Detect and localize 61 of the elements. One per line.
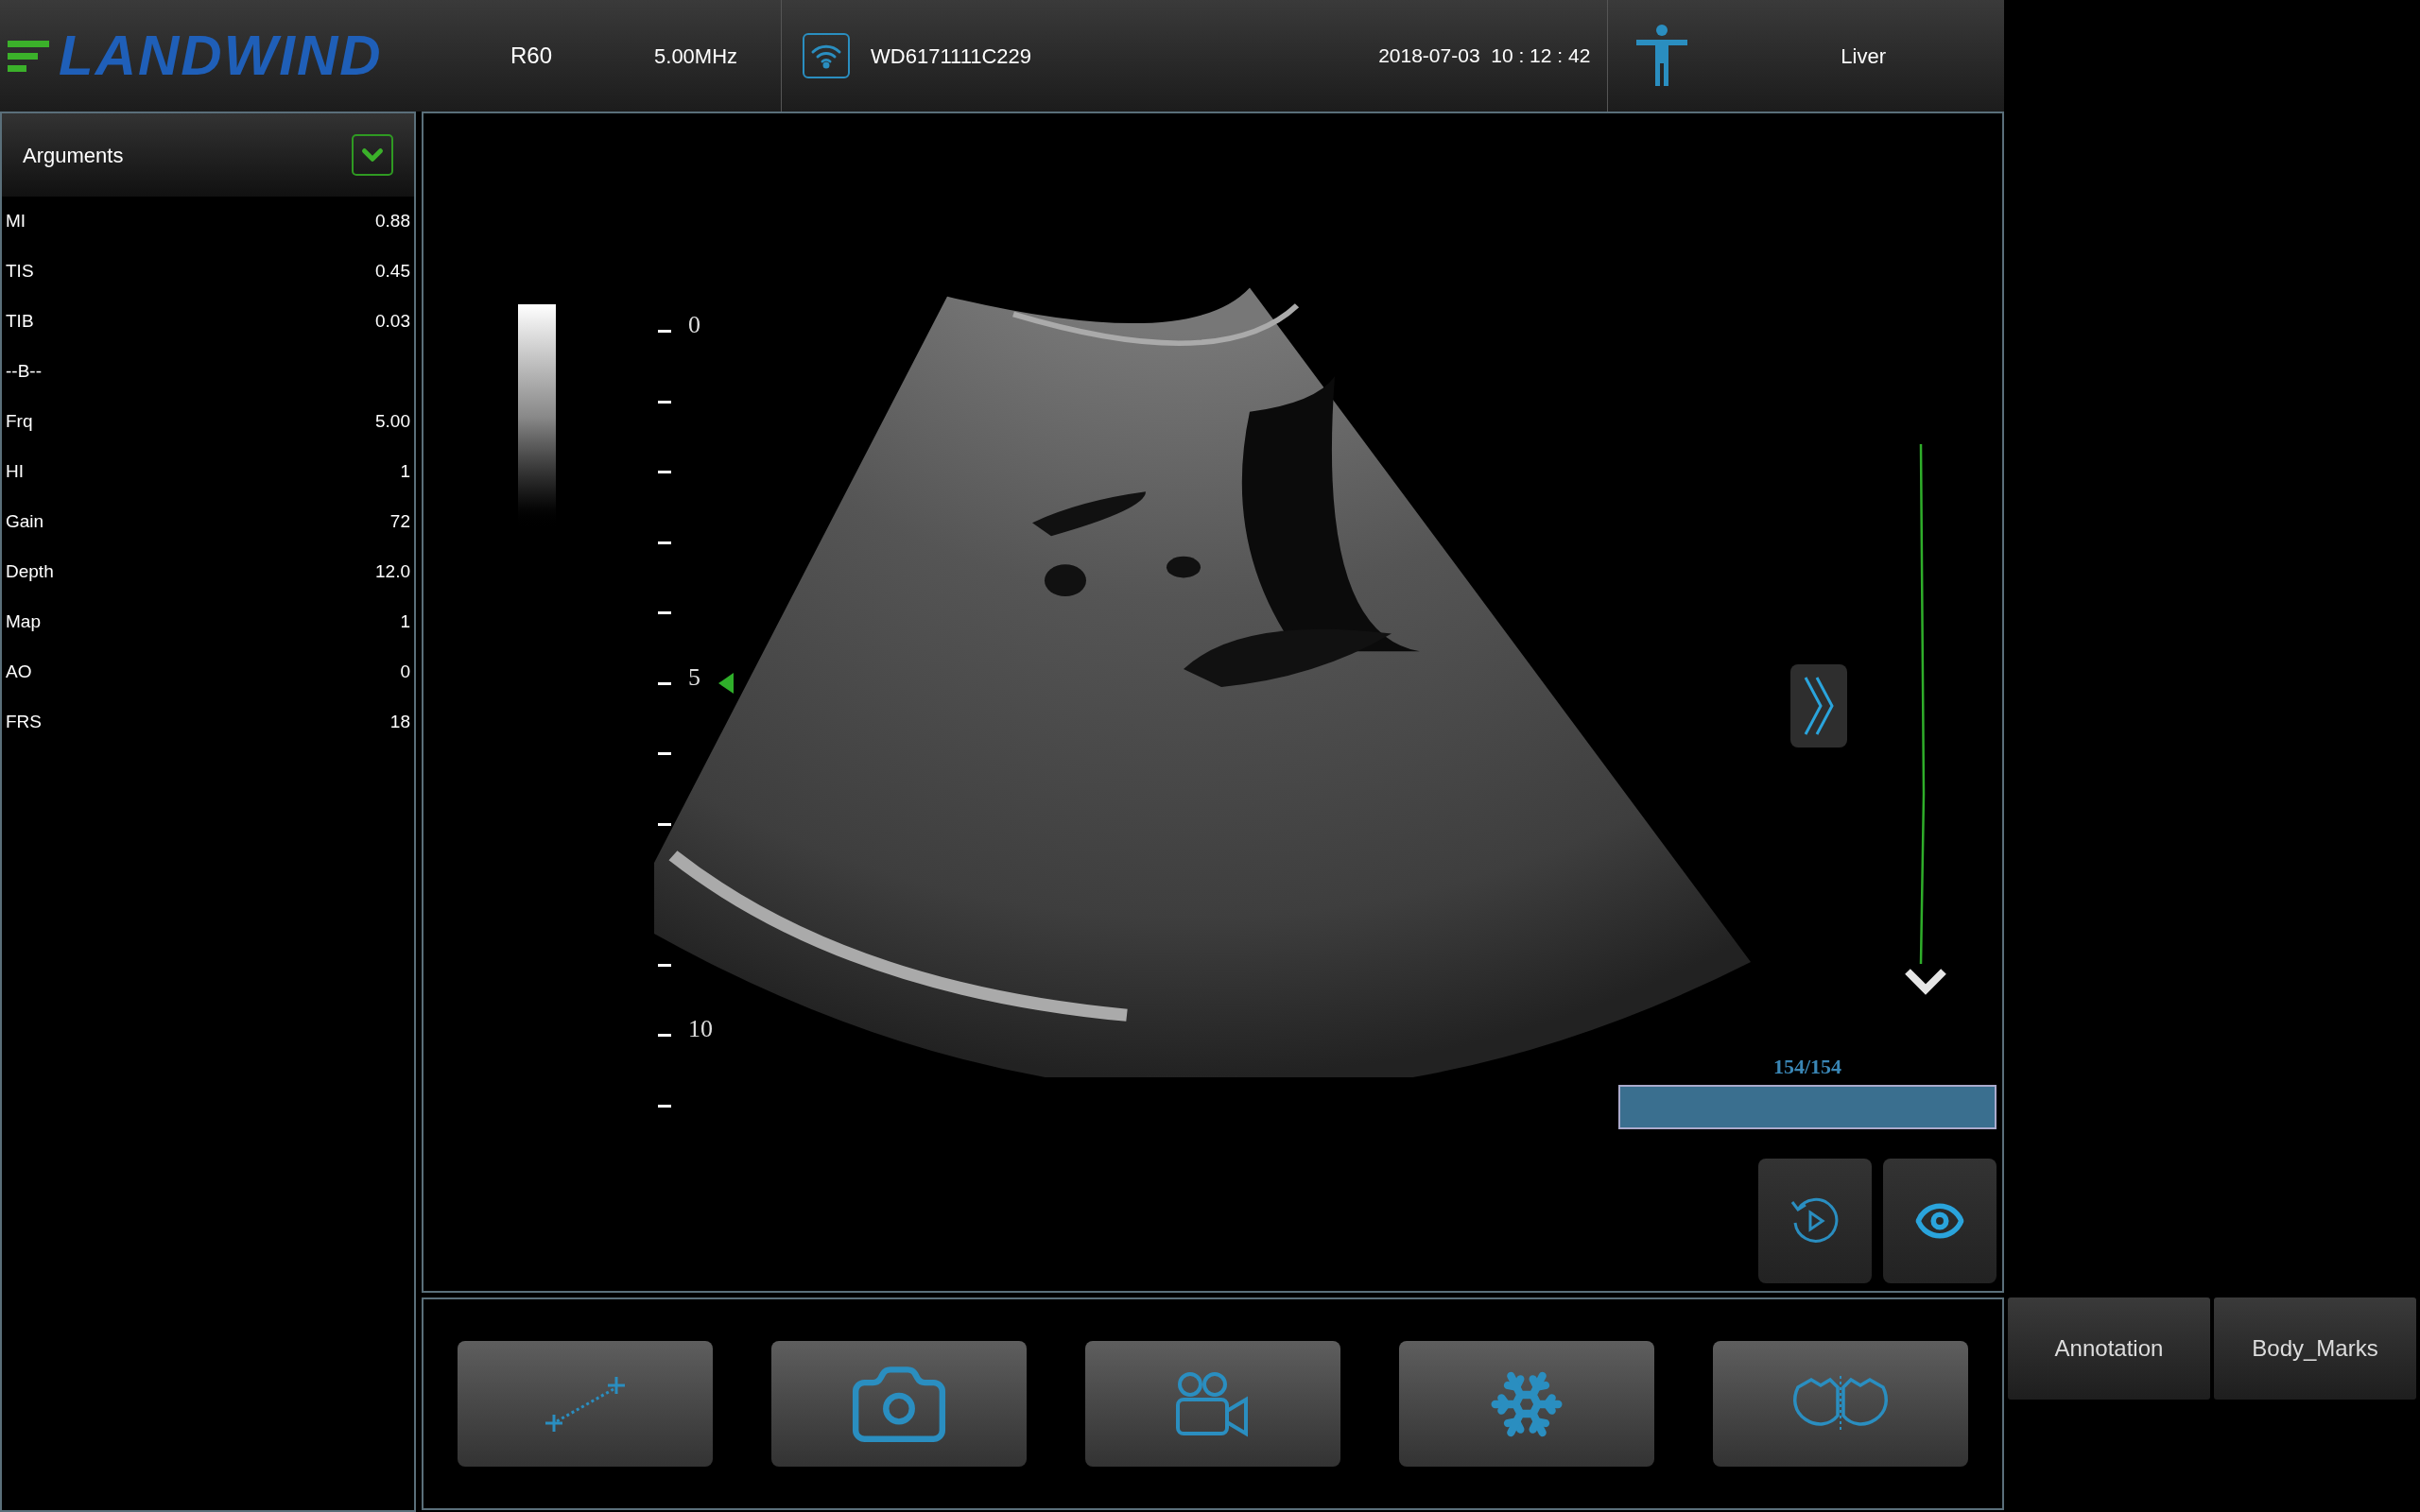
parameter-value: 0.45 [375, 260, 410, 284]
depth-tick [658, 963, 671, 967]
parameter-label: HI [6, 460, 24, 484]
depth-label: 10 [688, 1017, 713, 1041]
parameter-value: 0 [400, 661, 410, 684]
depth-tick [658, 330, 671, 333]
depth-label: 5 [688, 664, 700, 690]
depth-tick [658, 1104, 671, 1108]
side-button[interactable]: Annotation [2008, 1297, 2210, 1400]
camera-button[interactable] [771, 1341, 1027, 1467]
parameter-value: 72 [389, 510, 410, 534]
chevron-down-icon [1904, 968, 1947, 996]
depth-tick [658, 611, 671, 614]
parameter-label: MI [6, 210, 26, 233]
parameter-value: 1 [400, 460, 410, 484]
device-id-label: WD6171111C229 [871, 43, 1032, 70]
parameter-value: 5.00 [375, 410, 410, 434]
parameter-label: TIS [6, 260, 34, 284]
depth-tick [658, 822, 671, 826]
depth-tick [658, 400, 671, 404]
double-chevron-right-icon [1802, 676, 1836, 736]
focus-marker-icon [718, 672, 734, 694]
depth-tick [658, 541, 671, 544]
parameter-label: --B-- [6, 360, 42, 384]
cine-frame-counter: 154/154 [1772, 1054, 1843, 1080]
parameter-value: 12.0 [375, 560, 410, 584]
depth-tick [658, 752, 671, 755]
bodymark-button[interactable] [1713, 1341, 1968, 1467]
video-button[interactable] [1085, 1341, 1340, 1467]
parameter-label: Frq [6, 410, 33, 434]
parameter-value: 0.03 [375, 310, 410, 334]
date-time-label: 2018-07-03 10 : 12 : 42 [1378, 43, 1591, 69]
logo-stripes-icon [8, 39, 49, 73]
probe-label: R60 [510, 42, 553, 70]
depth-tick [658, 471, 671, 473]
parameter-label: AO [6, 661, 32, 684]
brand-logo: LANDWIND [59, 27, 383, 84]
parameter-label: Map [6, 610, 41, 634]
parameter-label: TIB [6, 310, 34, 334]
frequency-label: 5.00MHz [654, 43, 738, 70]
depth-tick [658, 681, 671, 685]
view-button[interactable] [1883, 1159, 1996, 1283]
side-button[interactable]: Body_Marks [2214, 1297, 2416, 1400]
parameter-value: 1 [400, 610, 410, 634]
parameter-value: 18 [389, 711, 410, 734]
measure-button[interactable] [458, 1341, 713, 1467]
depth-tick [658, 1034, 671, 1037]
depth-label: 0 [688, 313, 700, 337]
freeze-button[interactable] [1399, 1341, 1654, 1467]
collapse-button[interactable] [352, 134, 393, 176]
panel-title: Arguments [23, 142, 124, 169]
expand-button[interactable] [1790, 664, 1847, 747]
parameter-label: Gain [6, 510, 44, 534]
parameter-label: Depth [6, 560, 54, 584]
exam-label: Liver [1841, 43, 1886, 70]
replay-button[interactable] [1758, 1159, 1872, 1283]
person-icon [1634, 24, 1690, 88]
parameter-label: FRS [6, 711, 42, 734]
movie-camera-icon [1175, 1370, 1251, 1437]
parameter-value: 0.88 [375, 210, 410, 233]
wifi-icon [803, 33, 851, 78]
